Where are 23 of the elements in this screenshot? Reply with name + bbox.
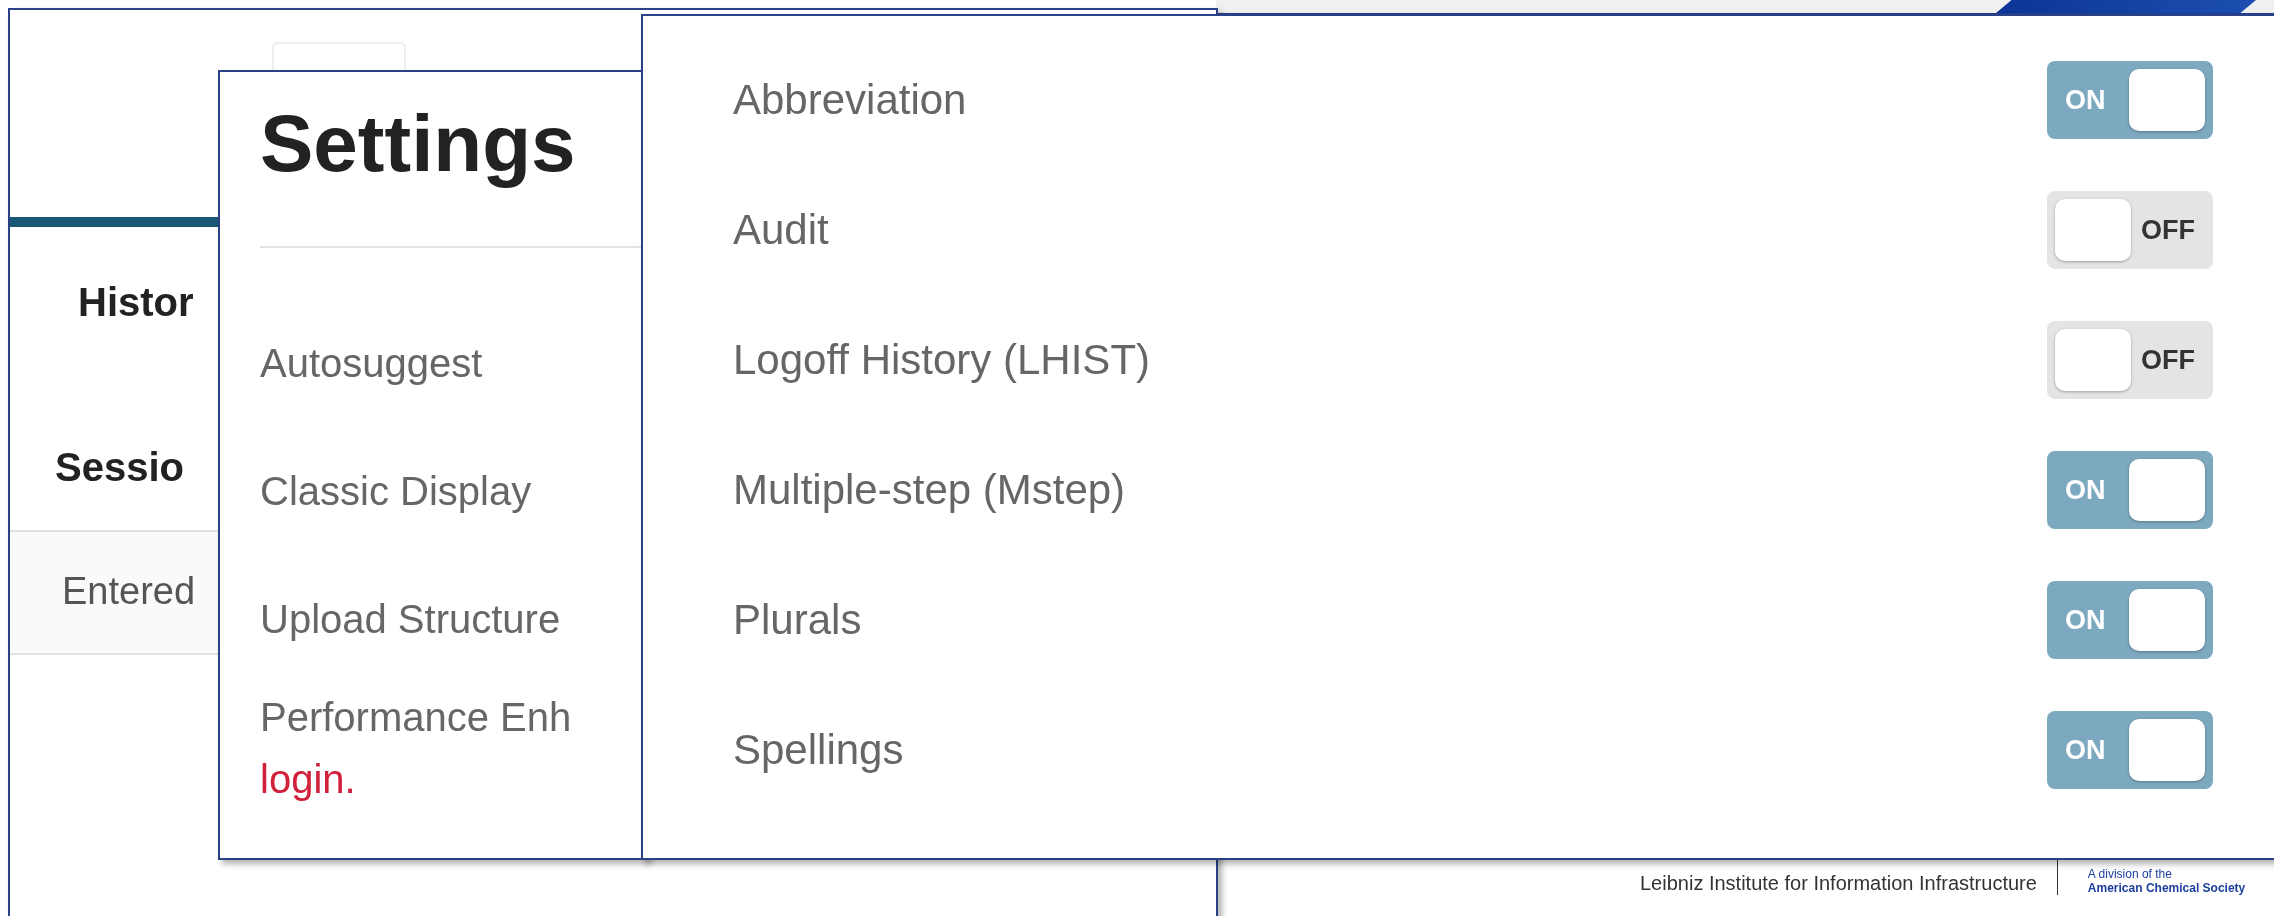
column-header: Entered [62, 570, 196, 612]
setting-label: Performance Enh [260, 697, 573, 737]
option-label: Spellings [733, 726, 904, 774]
option-label: Audit [733, 206, 829, 254]
option-label: Abbreviation [733, 76, 967, 124]
option-label: Plurals [733, 596, 862, 644]
toggle-switch[interactable]: ON [2047, 581, 2213, 659]
division-text: A division of the [2087, 867, 2173, 881]
society-name: American Chemical Society [2087, 881, 2246, 895]
toggle-switch[interactable]: ON [2047, 451, 2213, 529]
toggle-switch[interactable]: ON [2047, 711, 2213, 789]
login-link[interactable]: login. [260, 759, 356, 799]
setting-label: Upload Structure [260, 599, 562, 639]
history-heading: Histor [77, 280, 195, 325]
setting-label: Autosuggest [260, 343, 484, 383]
option-label: Multiple-step (Mstep) [733, 466, 1126, 514]
toggle-switch[interactable]: OFF [2047, 321, 2213, 399]
toggle-switch[interactable]: OFF [2047, 191, 2213, 269]
toggle-switch[interactable]: ON [2047, 61, 2213, 139]
section-heading: Sessio [54, 445, 185, 490]
setting-label: Classic Display [260, 471, 533, 511]
option-label: Logoff History (LHIST) [733, 336, 1151, 384]
institute-text: Leibniz Institute for Information Infrastructure [1640, 871, 2038, 895]
